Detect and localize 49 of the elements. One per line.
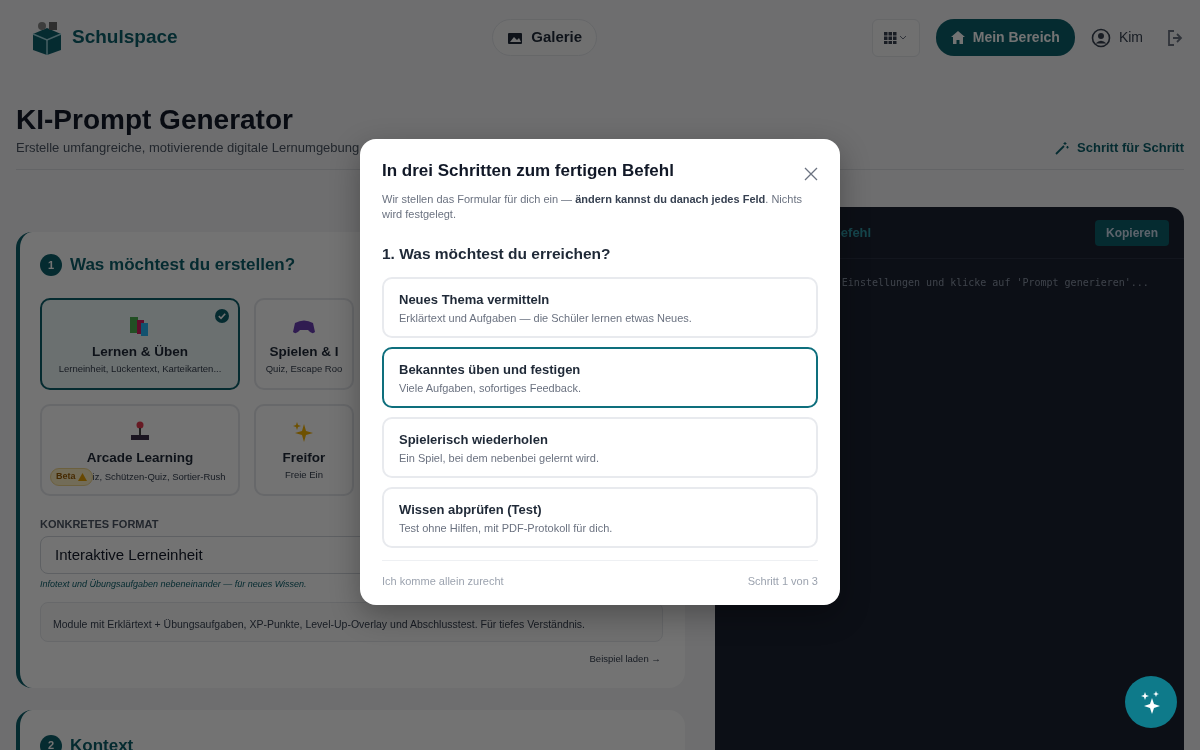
step-by-step-link[interactable]: Schritt für Schritt bbox=[1055, 137, 1184, 158]
modal-title: In drei Schritten zum fertigen Befehl bbox=[382, 161, 674, 182]
step-number: 2 bbox=[40, 734, 62, 750]
check-icon bbox=[215, 308, 229, 323]
step-indicator: Schritt 1 von 3 bbox=[747, 573, 818, 589]
magic-wand-icon bbox=[1055, 140, 1070, 155]
logout-icon[interactable] bbox=[1167, 29, 1185, 46]
brand-name[interactable]: Schulspace bbox=[72, 23, 178, 52]
grid-icon bbox=[883, 31, 908, 44]
type-description: Freie Ein bbox=[284, 468, 324, 483]
example-link[interactable]: Beispiel laden → bbox=[589, 651, 661, 666]
gallery-button[interactable]: Galerie bbox=[492, 19, 598, 56]
apps-menu-button[interactable] bbox=[871, 18, 920, 57]
type-title: Arcade Learning bbox=[85, 448, 195, 467]
box-logo-icon[interactable] bbox=[30, 19, 64, 56]
type-description: Quiz, Escape Roo bbox=[264, 362, 344, 377]
image-icon bbox=[507, 30, 524, 45]
skip-link[interactable]: Ich komme allein zurecht bbox=[382, 572, 504, 590]
type-option-card[interactable]: Spielen & I Quiz, Escape Roo bbox=[254, 297, 354, 390]
type-title: Freifor bbox=[281, 448, 327, 467]
type-description: iz, Schützen-Quiz, Sortier-Rush bbox=[92, 469, 226, 484]
section-title: Kontext bbox=[70, 734, 134, 750]
modal-question: 1. Was möchtest du erreichen? bbox=[382, 243, 612, 264]
format-description: Module mit Erklärtext + Übungsaufgaben, XP-Punkte, Level-Up-Overlay und Abschlusstest. Für tiefes Verständnis. bbox=[40, 601, 663, 642]
type-option-card[interactable]: Freifor Freie Ein bbox=[254, 403, 354, 496]
beta-badge: Beta bbox=[50, 468, 93, 486]
goal-option[interactable]: Wissen abprüfen (Test) Test ohne Hilfen, mit PDF-Protokoll für dich. bbox=[382, 486, 818, 548]
user-name[interactable]: Kim bbox=[1118, 27, 1143, 48]
house-icon bbox=[950, 31, 965, 44]
page-subtitle: Erstelle umfangreiche, motivierende digitale Lernumgebung bbox=[16, 138, 360, 157]
modal-intro: Wir stellen das Formular für dich ein — ändern kannst du danach jedes Feld. Nichts wird festgelegt. bbox=[382, 192, 803, 222]
type-title: Spielen & I bbox=[268, 342, 340, 361]
goal-option[interactable]: Neues Thema vermitteln Erklärtext und Aufgaben — die Schüler lernen etwas Neues. bbox=[382, 276, 818, 338]
goal-option[interactable]: Bekanntes üben und festigen Viele Aufgaben, sofortiges Feedback. bbox=[382, 346, 818, 408]
type-option-card[interactable]: Lernen & Üben Lerneinheit, Lückentext, Karteikarten... bbox=[40, 297, 240, 390]
page-title: KI-Prompt Generator bbox=[16, 105, 294, 136]
user-icon bbox=[1090, 27, 1111, 48]
warning-icon bbox=[77, 472, 87, 481]
goal-option[interactable]: Spielerisch wiederholen Ein Spiel, bei dem nebenbei gelernt wird. bbox=[382, 416, 818, 478]
type-description: Lerneinheit, Lückentext, Karteikarten... bbox=[57, 362, 223, 377]
section-title: Was möchtest du erstellen? bbox=[70, 254, 296, 277]
type-title: Lernen & Üben bbox=[91, 342, 189, 361]
close-icon bbox=[804, 166, 818, 181]
my-area-button[interactable]: Mein Bereich bbox=[935, 19, 1075, 56]
format-hint: Infotext und Übungsaufgaben nebeneinander — für neues Wissen. bbox=[40, 578, 307, 592]
copy-button[interactable]: Kopieren bbox=[1095, 219, 1169, 246]
format-label: KONKRETES FORMAT bbox=[40, 516, 159, 532]
step-number: 1 bbox=[40, 254, 62, 277]
type-option-card[interactable]: Arcade Learning Beta iz, Schützen-Quiz, Sortier-Rush bbox=[40, 403, 240, 496]
